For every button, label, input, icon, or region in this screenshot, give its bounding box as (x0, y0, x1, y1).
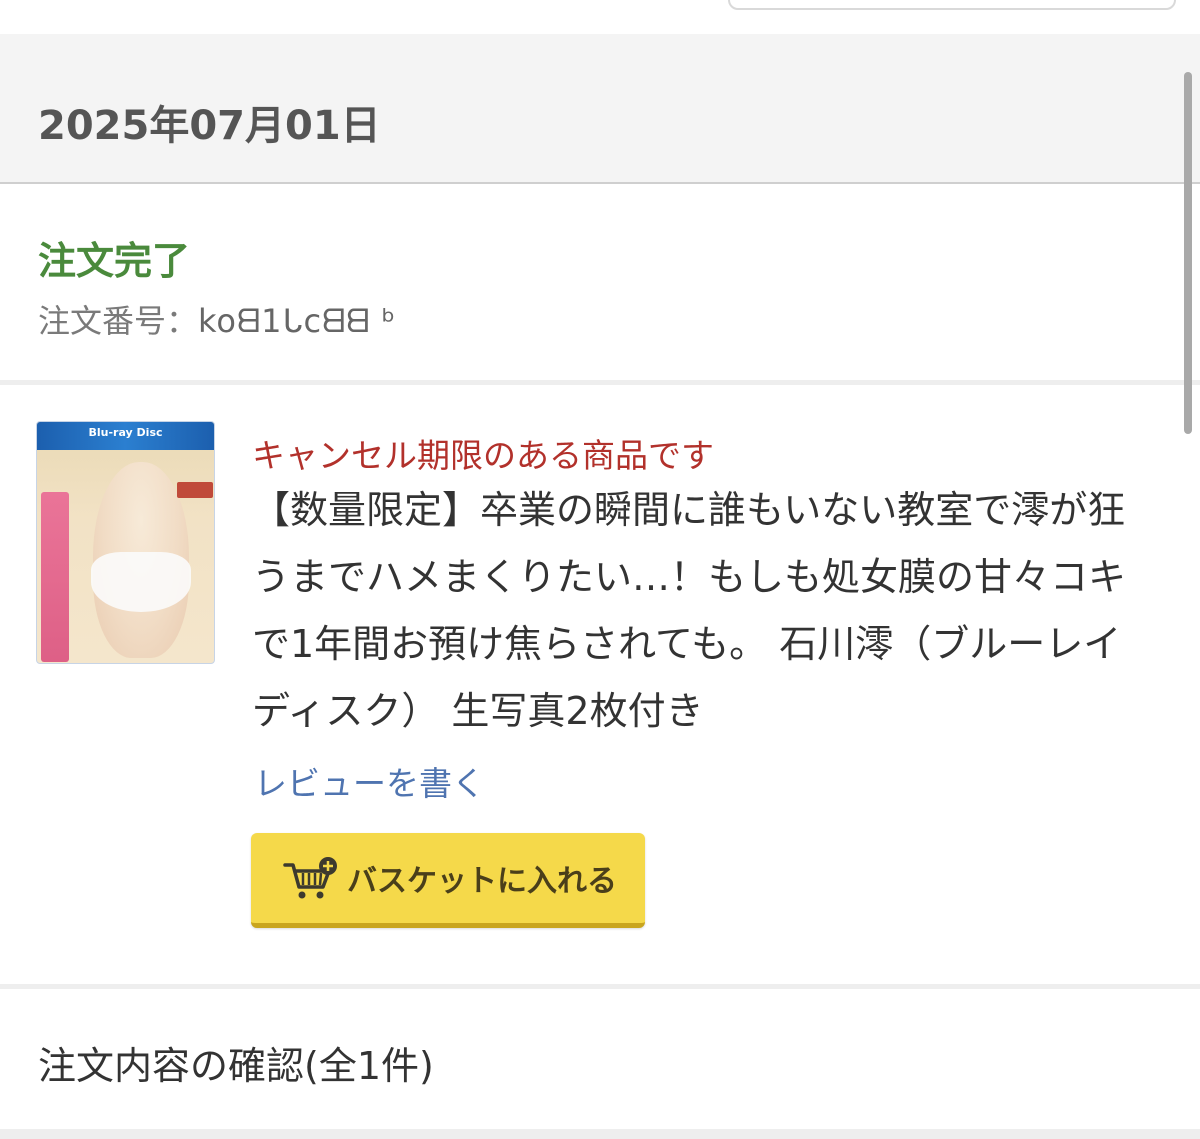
order-status: 注文完了 (38, 239, 191, 283)
order-number: 注文番号：koᗺ1ᒐcᗺᗺ ᵇ (38, 296, 396, 342)
search-field-edge[interactable] (728, 0, 1176, 10)
write-review-link[interactable]: レビューを書く (254, 757, 485, 805)
order-details-row[interactable]: 注文内容の確認(全1件) (0, 989, 1200, 1129)
product-thumbnail[interactable]: Blu-ray Disc (36, 421, 215, 664)
cart-plus-icon (283, 857, 337, 899)
order-item: Blu-ray Disc キャンセル期限のある商品です 【数量限定】卒業の瞬間に… (0, 385, 1200, 985)
top-strip (0, 0, 1200, 34)
order-details-label: 注文内容の確認(全1件) (38, 1044, 434, 1088)
product-title[interactable]: 【数量限定】卒業の瞬間に誰もいない教室で澪が狂うまでハメまくりたい…！もしも処女… (252, 477, 1152, 745)
add-to-basket-label: バスケットに入れる (347, 865, 617, 898)
scrollbar[interactable] (1184, 72, 1192, 434)
order-status-block: 注文完了 注文番号：koᗺ1ᒐcᗺᗺ ᵇ (0, 186, 1200, 381)
order-date-header: 2025年07月01日 (0, 34, 1200, 184)
order-number-value: koᗺ1ᒐcᗺᗺ ᵇ (198, 302, 397, 340)
bluray-band-label: Blu-ray Disc (88, 426, 163, 439)
order-date: 2025年07月01日 (38, 103, 381, 149)
order-number-label: 注文番号： (38, 302, 199, 340)
add-to-basket-button[interactable]: バスケットに入れる (251, 833, 645, 928)
bluray-band: Blu-ray Disc (37, 422, 214, 450)
order-history-page: 2025年07月01日 注文完了 注文番号：koᗺ1ᒐcᗺᗺ ᵇ Blu-ray… (0, 0, 1200, 1139)
cancel-deadline-note: キャンセル期限のある商品です (252, 436, 714, 475)
thumbnail-name-tag (177, 482, 213, 498)
divider (0, 1129, 1200, 1139)
thumbnail-skirt (91, 552, 191, 612)
thumbnail-side-text (41, 492, 69, 662)
